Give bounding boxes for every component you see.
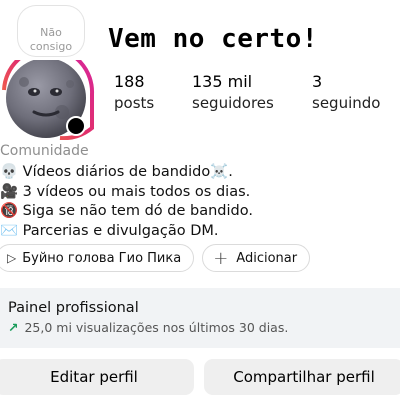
professional-dashboard-subtitle-text: 25,0 mi visualizações nos últimos 30 dia… — [24, 320, 289, 335]
stat-following[interactable]: 3 seguindo — [312, 72, 380, 114]
add-link-chip-label: Adicionar — [236, 250, 298, 266]
professional-dashboard[interactable]: Painel profissional ↗ 25,0 mi visualizaçõ… — [0, 288, 400, 348]
stat-followers-label: seguidores — [192, 94, 274, 112]
edit-profile-button[interactable]: Editar perfil — [0, 359, 194, 395]
avatar[interactable] — [0, 46, 95, 141]
plus-icon: + — [213, 247, 229, 269]
bio-line: ✉️ Parcerias e divulgação DM. — [0, 222, 219, 239]
play-icon: ▷ — [7, 251, 17, 265]
note-line-1: Não — [40, 26, 62, 39]
share-profile-button[interactable]: Compartilhar perfil — [204, 359, 400, 395]
profile-category: Comunidade — [0, 143, 89, 159]
profile-note-bubble[interactable]: Não consigo — [18, 6, 84, 56]
add-link-chip[interactable]: + Adicionar — [202, 244, 311, 272]
stat-following-value: 3 — [312, 72, 323, 91]
bio-line: 🔞 Siga se não tem dó de bandido. — [0, 203, 253, 219]
stat-followers-value: 135 mil — [192, 72, 253, 91]
stat-followers[interactable]: 135 mil seguidores — [192, 72, 274, 114]
professional-dashboard-subtitle: ↗ 25,0 mi visualizações nos últimos 30 di… — [8, 320, 288, 335]
bio-line: 💀 Vídeos diários de bandido☠️. — [0, 164, 233, 180]
professional-dashboard-title: Painel profissional — [8, 300, 139, 316]
stat-posts-label: posts — [114, 94, 155, 112]
stat-following-label: seguindo — [312, 94, 381, 112]
highlight-chips: ▷ Буйно голова Гио Пика + Adicionar — [0, 244, 311, 272]
bio-line: 🎥 3 vídeos ou mais todos os dias. — [0, 183, 251, 200]
trending-up-icon: ↗ — [8, 320, 19, 335]
profile-username: Vem no certo! — [108, 24, 318, 54]
stat-posts[interactable]: 188 posts — [114, 72, 154, 114]
music-chip[interactable]: ▷ Буйно голова Гио Пика — [0, 244, 195, 272]
note-line-2: consigo — [29, 40, 73, 53]
avatar-image — [2, 46, 95, 141]
profile-bio: 💀 Vídeos diários de bandido☠️. 🎥 3 vídeo… — [0, 163, 253, 241]
music-chip-label: Буйно голова Гио Пика — [22, 250, 182, 266]
stat-posts-value: 188 — [114, 72, 145, 91]
